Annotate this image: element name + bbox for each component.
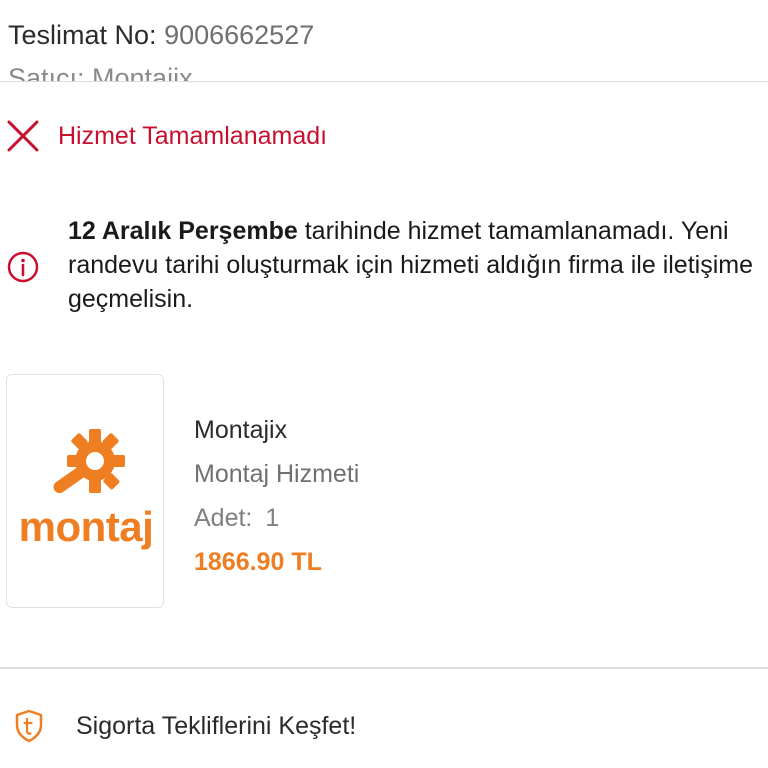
order-header: Teslimat No: 9006662527 Satıcı: Montajix [0, 0, 768, 82]
delivery-label: Teslimat No: [8, 20, 157, 50]
gear-wrench-icon [53, 429, 125, 494]
service-status: Hizmet Tamamlanamadı [6, 116, 327, 156]
info-text: 12 Aralık Perşembe tarihinde hizmet tama… [68, 214, 758, 316]
delivery-number-line: Teslimat No: 9006662527 [8, 20, 314, 51]
shield-icon [15, 709, 43, 743]
delivery-number: 9006662527 [164, 20, 315, 50]
product-seller[interactable]: Montajix [194, 410, 359, 450]
info-date: 12 Aralık Perşembe [68, 217, 298, 245]
product-details: Montajix Montaj Hizmeti Adet: 1 1866.90 … [194, 410, 359, 582]
insurance-text: Sigorta Tekliflerini Keşfet! [76, 711, 357, 740]
product-quantity: Adet: 1 [194, 498, 359, 538]
section-divider [0, 667, 768, 669]
insurance-offers-link[interactable]: Sigorta Tekliflerini Keşfet! [14, 704, 356, 748]
quantity-value: 1 [265, 504, 280, 532]
brand-logo-text: montaj [18, 503, 154, 550]
info-circle-icon [7, 251, 39, 283]
close-icon [7, 120, 39, 152]
product-type: Montaj Hizmeti [194, 460, 360, 488]
seller-line: Satıcı: Montajix [8, 63, 193, 82]
product-price: 1866.90 TL [194, 548, 322, 576]
product-image[interactable]: montaj [6, 374, 164, 608]
status-text: Hizmet Tamamlanamadı [58, 121, 328, 150]
quantity-label: Adet: [194, 504, 253, 532]
